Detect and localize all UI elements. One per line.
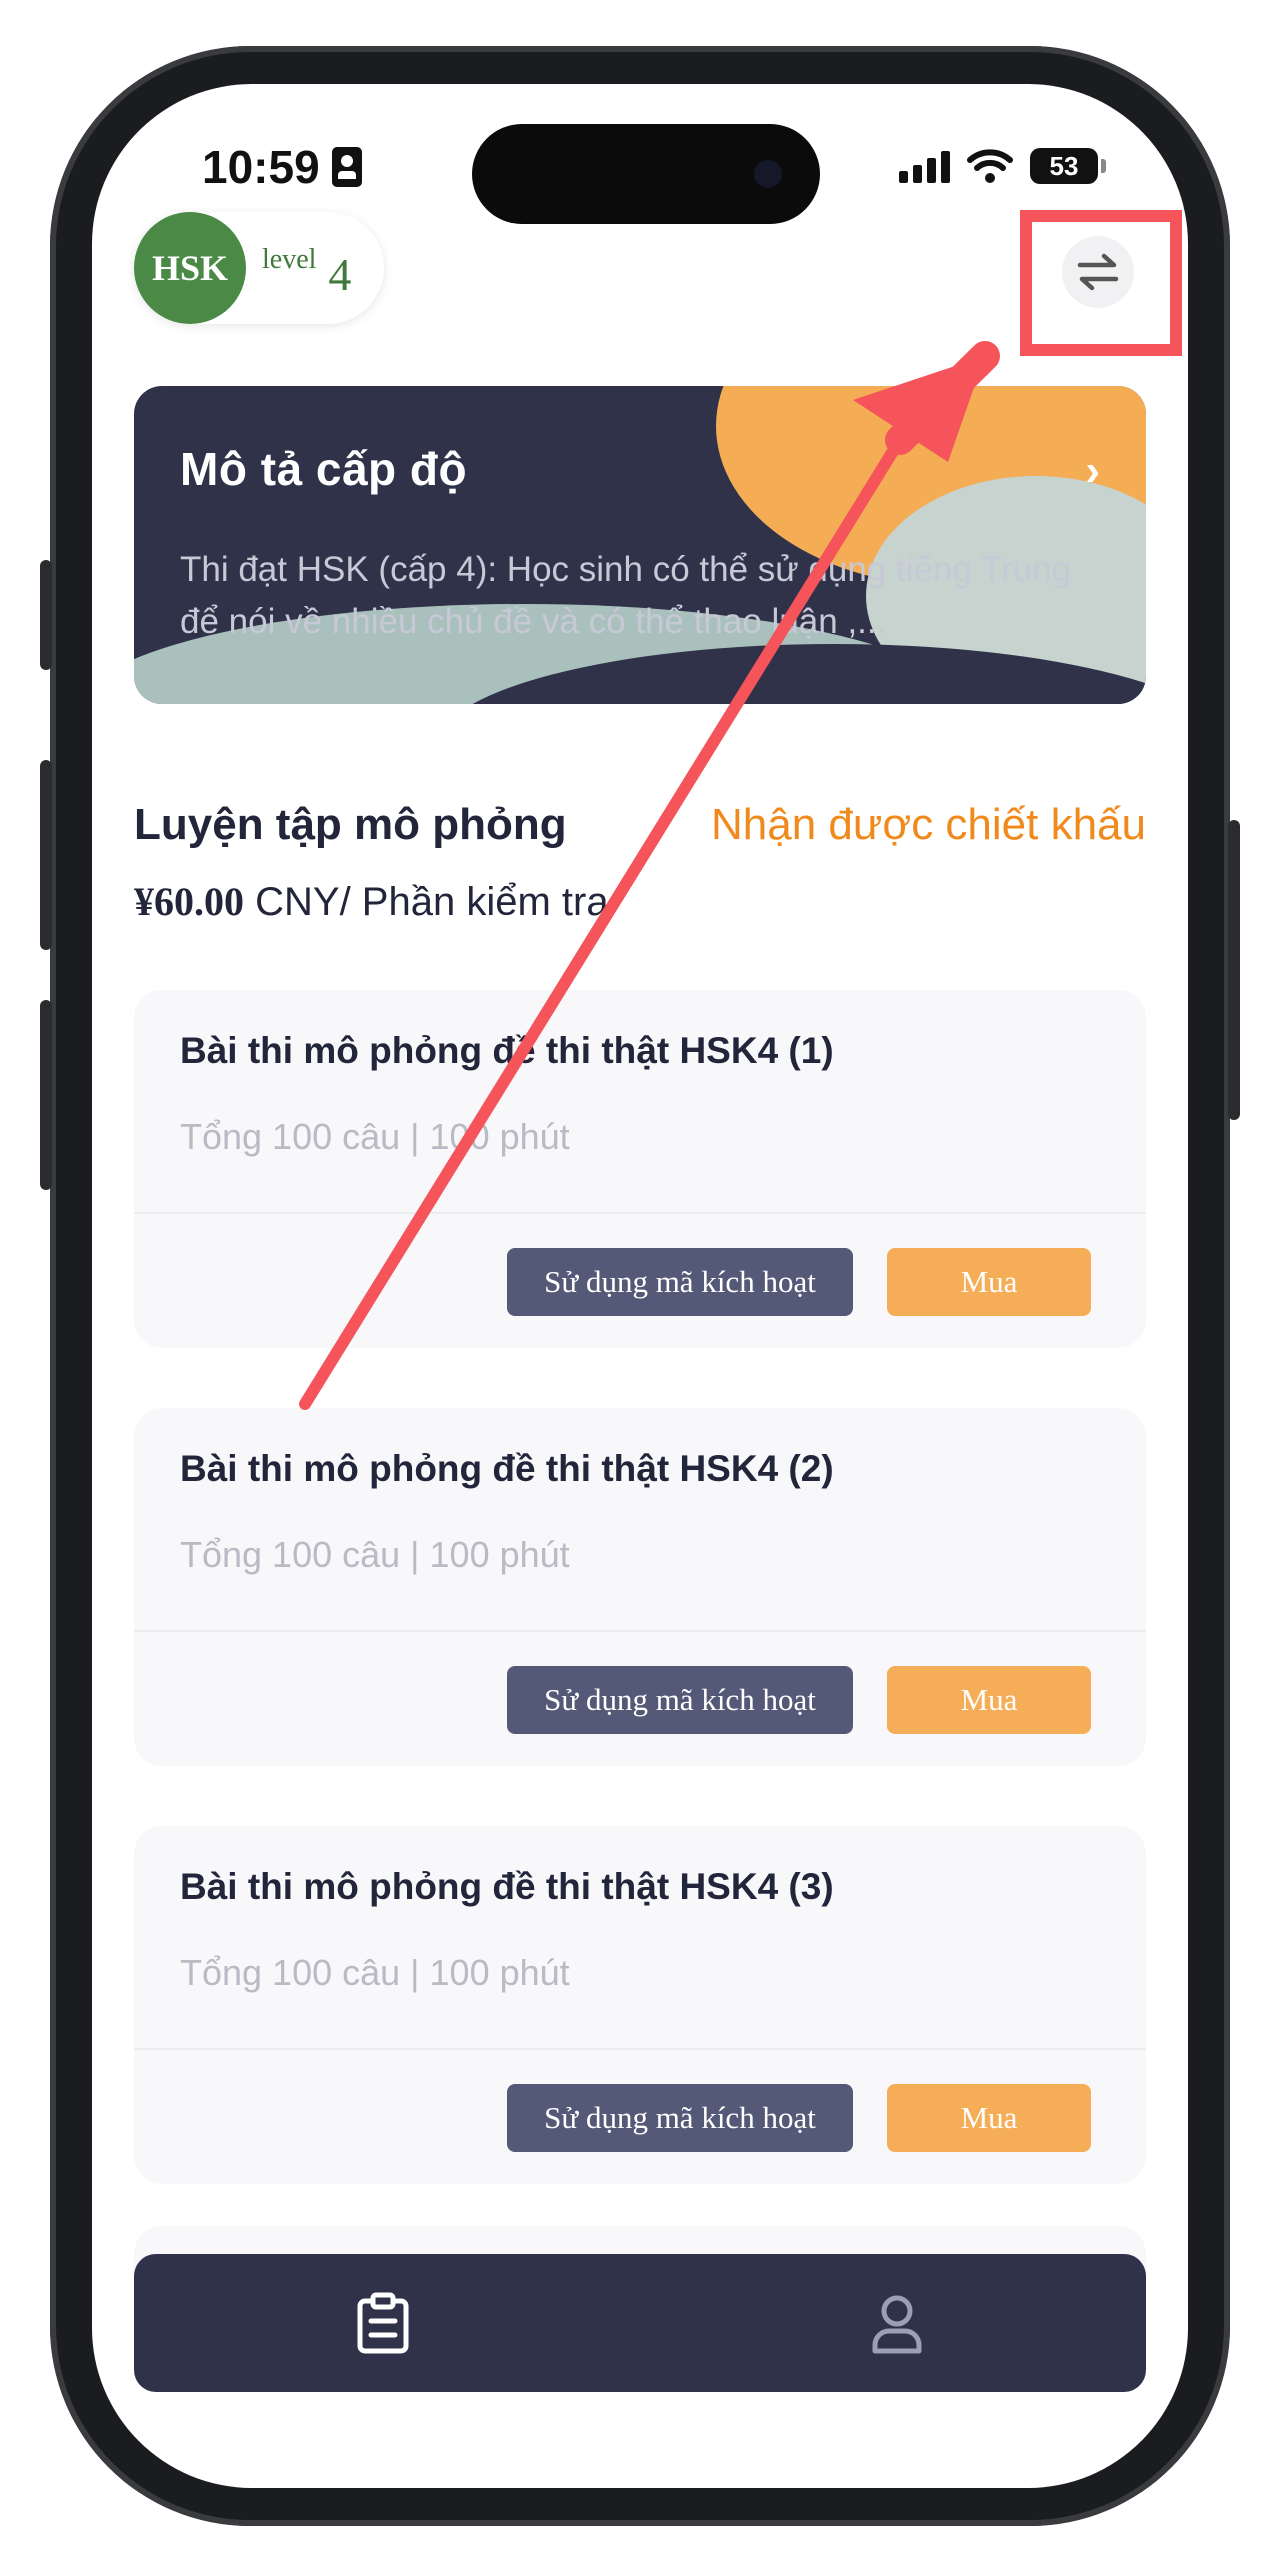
price-per-test: ¥60.00 CNY/ Phần kiểm tra <box>134 878 609 925</box>
test-title: Bài thi mô phỏng đề thi thật HSK4 (2) <box>180 1448 834 1489</box>
phone-volume-up <box>40 760 52 950</box>
clock-text: 10:59 <box>202 141 320 193</box>
discount-link[interactable]: Nhận được chiết khấu <box>711 800 1146 850</box>
card-divider <box>134 2048 1146 2050</box>
hsk-logo: HSK <box>134 212 246 324</box>
buy-button[interactable]: Mua <box>887 1248 1091 1316</box>
phone-screen: 10:59 53 HSK level 4 Mô tả cấp độ › Thi … <box>92 84 1188 2488</box>
status-indicators: 53 <box>899 148 1106 184</box>
wifi-icon <box>967 149 1013 183</box>
hsk-logo-text: HSK <box>151 248 229 288</box>
test-card[interactable]: Bài thi mô phỏng đề thi thật HSK4 (2) Tổ… <box>134 1408 1146 1766</box>
banner-description: Thi đạt HSK (cấp 4): Học sinh có thể sử … <box>180 550 1072 641</box>
test-card[interactable]: Bài thi mô phỏng đề thi thật HSK4 (3) Tổ… <box>134 1826 1146 2184</box>
level-number: 4 <box>328 248 352 300</box>
card-divider <box>134 1630 1146 1632</box>
test-meta: Tổng 100 câu | 100 phút <box>180 1534 570 1575</box>
tab-profile[interactable] <box>862 2288 932 2358</box>
test-meta: Tổng 100 câu | 100 phút <box>180 1952 570 1993</box>
use-activation-code-button[interactable]: Sử dụng mã kích hoạt <box>507 1666 853 1734</box>
level-description-banner[interactable]: Mô tả cấp độ › Thi đạt HSK (cấp 4): Học … <box>134 386 1146 704</box>
user-icon <box>872 2295 922 2354</box>
price-amount: ¥60.00 <box>134 879 244 924</box>
dynamic-island <box>472 124 820 224</box>
test-title: Bài thi mô phỏng đề thi thật HSK4 (3) <box>180 1866 834 1907</box>
annotation-highlight-box <box>1020 210 1182 356</box>
phone-silent-switch <box>40 560 52 670</box>
status-time: 10:59 <box>202 140 362 194</box>
buy-button[interactable]: Mua <box>887 1666 1091 1734</box>
test-title: Bài thi mô phỏng đề thi thật HSK4 (1) <box>180 1030 834 1071</box>
chevron-right-icon: › <box>1085 446 1100 495</box>
price-unit: CNY/ Phần kiểm tra <box>244 880 609 924</box>
test-meta: Tổng 100 câu | 100 phút <box>180 1116 570 1157</box>
card-divider <box>134 1212 1146 1214</box>
use-activation-code-button[interactable]: Sử dụng mã kích hoạt <box>507 2084 853 2152</box>
buy-button[interactable]: Mua <box>887 2084 1091 2152</box>
section-title: Luyện tập mô phỏng <box>134 800 567 849</box>
battery-icon: 53 <box>1030 148 1106 184</box>
tab-tests[interactable] <box>348 2288 418 2358</box>
test-card[interactable]: Bài thi mô phỏng đề thi thật HSK4 (1) Tổ… <box>134 990 1146 1348</box>
bottom-tab-bar <box>134 2254 1146 2392</box>
cellular-signal-icon <box>899 149 950 183</box>
phone-volume-down <box>40 1000 52 1190</box>
hsk-level-badge[interactable]: HSK level 4 <box>134 212 384 324</box>
id-badge-icon <box>331 147 362 187</box>
level-label: level <box>262 244 317 275</box>
camera-icon <box>754 160 782 188</box>
phone-power-button <box>1228 820 1240 1120</box>
use-activation-code-button[interactable]: Sử dụng mã kích hoạt <box>507 1248 853 1316</box>
banner-title: Mô tả cấp độ <box>180 443 468 495</box>
battery-level: 53 <box>1049 150 1079 181</box>
clipboard-list-icon <box>357 2292 409 2354</box>
